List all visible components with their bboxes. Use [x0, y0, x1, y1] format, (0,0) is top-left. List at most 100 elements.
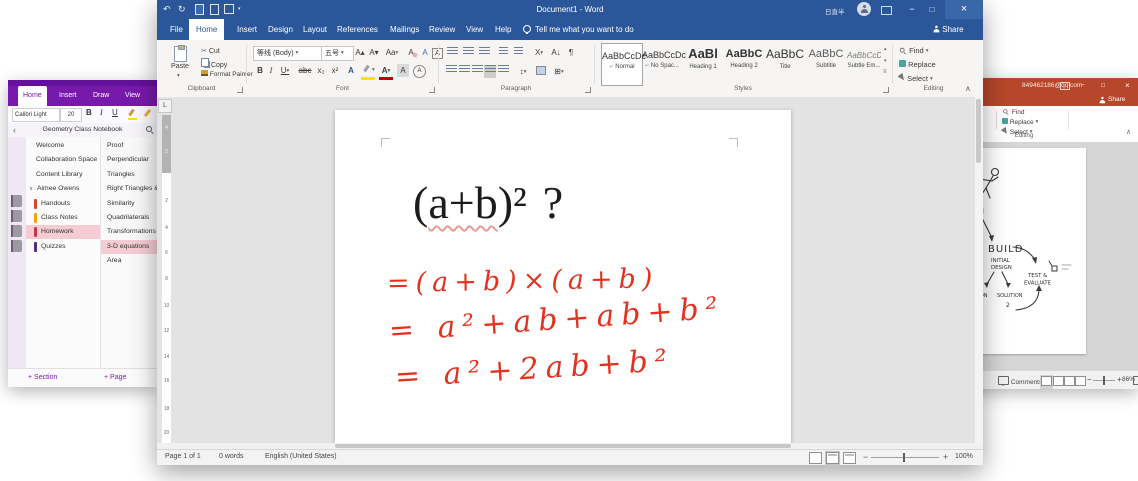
notebook-spine-icon[interactable] [11, 225, 22, 237]
font-name-select[interactable]: Calibri Light [12, 108, 60, 122]
page-item-quadrilaterals[interactable]: Quadrilaterals [101, 211, 158, 225]
maximize-icon[interactable]: □ [1101, 78, 1105, 93]
font-size-select[interactable]: 20 [60, 108, 82, 122]
web-layout-icon[interactable] [843, 452, 856, 466]
cut-button[interactable]: ✂ Cut [201, 47, 220, 55]
tab-home[interactable]: Home [189, 19, 224, 40]
word-count[interactable]: 0 words [219, 453, 244, 460]
vertical-scrollbar[interactable] [975, 97, 983, 443]
copy-button[interactable]: Copy [201, 58, 227, 69]
onenote-tab-view[interactable]: View [120, 86, 145, 106]
section-item-class-notes[interactable]: Class Notes [26, 211, 100, 225]
zoom-level[interactable]: 100% [955, 453, 973, 460]
close-icon[interactable]: × [945, 0, 983, 19]
ink-line-1[interactable]: =(a+b)×(a+b) [387, 263, 659, 299]
bold-button[interactable]: B [255, 64, 265, 77]
section-item-quizzes[interactable]: Quizzes [26, 240, 100, 254]
bullets-icon[interactable] [445, 47, 459, 60]
shrink-font-icon[interactable]: A▾ [367, 46, 381, 59]
close-icon[interactable]: × [1125, 78, 1130, 93]
section-item-handouts[interactable]: Handouts [26, 197, 100, 211]
tab-insert[interactable]: Insert [230, 19, 264, 40]
page-item-3d-equations[interactable]: 3-D equations [101, 240, 158, 254]
style-heading-2[interactable]: AaBbCHeading 2 [724, 43, 764, 84]
maximize-icon[interactable]: □ [923, 0, 941, 19]
find-button[interactable]: Find [1002, 108, 1024, 116]
distribute-icon[interactable] [497, 65, 509, 78]
comments-button[interactable]: Comments [998, 376, 1042, 386]
fit-slide-icon[interactable] [1133, 376, 1138, 385]
style-heading-1[interactable]: AaBlHeading 1 [683, 43, 723, 84]
minimize-icon[interactable]: − [903, 0, 921, 19]
zoom-slider-thumb[interactable] [903, 453, 905, 462]
paste-button[interactable]: Paste ▾ [165, 45, 195, 83]
page-indicator[interactable]: Page 1 of 1 [165, 453, 201, 460]
style-subtle-emphasis[interactable]: AaBbCcDSubtle Em... [847, 43, 881, 84]
ink-line-3[interactable]: = a²+2ab+b² [394, 343, 675, 395]
minimize-icon[interactable]: − [1081, 78, 1085, 93]
page-item-proof[interactable]: Proof [101, 139, 158, 153]
pen-icon[interactable] [144, 109, 153, 118]
tab-review[interactable]: Review [422, 19, 462, 40]
justify-icon[interactable] [484, 65, 496, 78]
styles-scroll-up-icon[interactable]: ▴ [884, 46, 887, 52]
style-title[interactable]: AaBbCTitle [765, 43, 805, 84]
styles-dialog-launcher[interactable] [883, 87, 889, 93]
page-item-similarity[interactable]: Similarity [101, 197, 158, 211]
multilevel-list-icon[interactable] [477, 47, 491, 60]
onenote-tab-home[interactable]: Home [18, 86, 47, 106]
search-icon[interactable] [146, 126, 154, 134]
add-section-button[interactable]: + Section [28, 369, 57, 387]
replace-button[interactable]: Replace ▾ [1002, 118, 1038, 126]
section-item-collaboration-space[interactable]: Collaboration Space [26, 153, 100, 167]
scrollbar-thumb[interactable] [335, 444, 791, 448]
tab-view[interactable]: View [459, 19, 490, 40]
share-button[interactable]: Share [932, 19, 964, 40]
shading-icon[interactable] [535, 66, 547, 79]
underline-button[interactable]: U [112, 108, 118, 117]
normal-view-icon[interactable] [1040, 375, 1053, 389]
ribbon-display-options-icon[interactable] [881, 6, 892, 15]
line-spacing-icon[interactable]: ↕▾ [515, 65, 531, 78]
user-name[interactable]: 日直半 [825, 6, 845, 16]
bold-button[interactable]: B [86, 108, 92, 117]
character-shading-icon[interactable]: A [397, 64, 409, 77]
notebook-spine-icon[interactable] [11, 240, 22, 252]
find-button[interactable]: Find ▾ [899, 46, 929, 55]
add-page-button[interactable]: + Page [104, 369, 126, 387]
tab-help[interactable]: Help [488, 19, 518, 40]
paragraph-dialog-launcher[interactable] [585, 87, 591, 93]
notebook-title[interactable]: Geometry Class Notebook [22, 123, 143, 137]
phonetic-guide-icon[interactable]: A [419, 46, 431, 59]
clear-formatting-icon[interactable]: A [405, 46, 417, 59]
superscript-button[interactable]: x² [329, 64, 341, 77]
section-group-aimee-owens[interactable]: ∨Aimee Owens [26, 182, 100, 196]
zoom-out-icon[interactable]: − [1087, 375, 1092, 384]
document-page[interactable]: (a+b)²? =(a+b)×(a+b) = a²+ab+ab+b² = a²+… [335, 110, 791, 443]
text-effects-icon[interactable]: A [345, 64, 357, 77]
notebook-spine-icon[interactable] [11, 195, 22, 207]
increase-indent-icon[interactable] [512, 47, 525, 60]
onenote-tab-insert[interactable]: Insert [54, 86, 82, 106]
page-item-transformations[interactable]: Transformations [101, 225, 158, 239]
print-layout-icon[interactable] [825, 451, 840, 467]
select-button[interactable]: Select ▾ [899, 74, 933, 83]
collapse-ribbon-icon[interactable]: ∧ [1126, 128, 1131, 136]
italic-button[interactable]: I [267, 64, 275, 77]
replace-button[interactable]: Replace [899, 60, 936, 69]
enclose-characters-icon[interactable]: A [413, 65, 426, 78]
tab-mailings[interactable]: Mailings [383, 19, 426, 40]
style-subtitle[interactable]: AaBbCSubtitle [806, 43, 846, 84]
page-item-triangles[interactable]: Triangles [101, 168, 158, 182]
zoom-slider-thumb[interactable] [1103, 376, 1105, 385]
avatar[interactable] [857, 2, 871, 16]
share-button[interactable]: Share [1108, 93, 1125, 106]
highlight-color-icon[interactable]: ▾ [361, 64, 375, 80]
subscript-button[interactable]: x₂ [315, 64, 327, 77]
align-center-icon[interactable] [458, 65, 470, 78]
font-name-select[interactable]: 等线 (Body) ▾ [253, 46, 322, 61]
numbering-icon[interactable] [461, 47, 475, 60]
styles-scroll-down-icon[interactable]: ▾ [884, 58, 887, 64]
onenote-tab-draw[interactable]: Draw [88, 86, 114, 106]
change-case-button[interactable]: Aa▾ [383, 46, 401, 59]
